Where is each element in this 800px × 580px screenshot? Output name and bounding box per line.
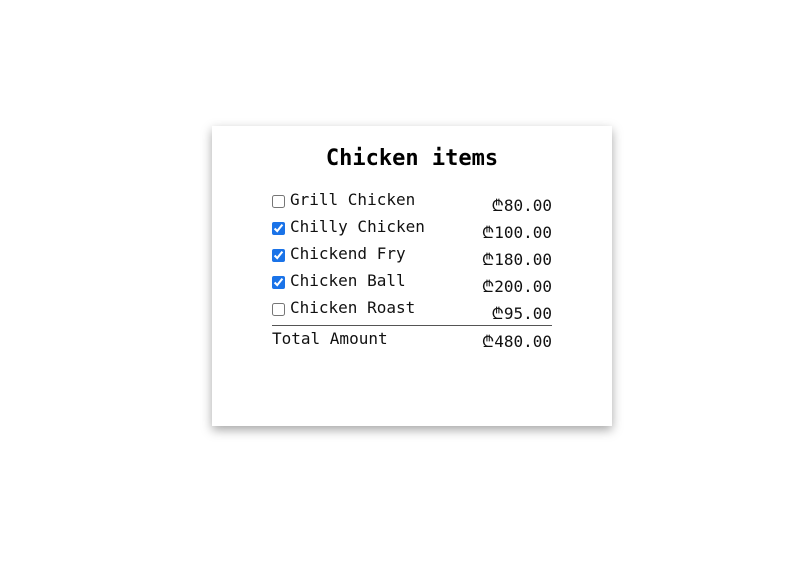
item-label: Chilly Chicken [290,217,425,236]
item-list: Grill Chicken ₾80.00 Chilly Chicken ₾100… [272,190,552,352]
item-label: Chicken Roast [290,298,416,317]
item-price: ₾100.00 [481,223,552,242]
item-row-chilly-chicken: Chilly Chicken ₾100.00 [272,217,552,246]
total-amount: ₾480.00 [481,332,552,351]
item-chicken-roast[interactable]: Chicken Roast [272,298,416,318]
item-row-chickend-fry: Chickend Fry ₾180.00 [272,244,552,273]
menu-card: Chicken items Grill Chicken ₾80.00 Chill… [212,126,612,426]
total-row: Total Amount ₾480.00 [272,329,552,352]
checkbox-chicken-ball[interactable] [272,276,285,289]
card-title: Chicken items [325,146,499,171]
item-price: ₾180.00 [481,250,552,269]
item-price: ₾200.00 [481,277,552,296]
item-label: Chickend Fry [290,244,406,263]
item-chilly-chicken[interactable]: Chilly Chicken [272,217,425,237]
item-price: ₾95.00 [491,304,552,323]
checkbox-chickend-fry[interactable] [272,249,285,262]
item-grill-chicken[interactable]: Grill Chicken [272,190,416,210]
checkbox-chilly-chicken[interactable] [272,222,285,235]
item-row-grill-chicken: Grill Chicken ₾80.00 [272,190,552,219]
checkbox-chicken-roast[interactable] [272,303,285,316]
item-row-chicken-roast: Chicken Roast ₾95.00 [272,298,552,327]
checkbox-grill-chicken[interactable] [272,195,285,208]
total-divider [272,325,552,326]
item-row-chicken-ball: Chicken Ball ₾200.00 [272,271,552,300]
total-label: Total Amount [272,329,388,348]
item-price: ₾80.00 [491,196,552,215]
item-chickend-fry[interactable]: Chickend Fry [272,244,406,264]
item-label: Grill Chicken [290,190,416,209]
item-label: Chicken Ball [290,271,406,290]
item-chicken-ball[interactable]: Chicken Ball [272,271,406,291]
